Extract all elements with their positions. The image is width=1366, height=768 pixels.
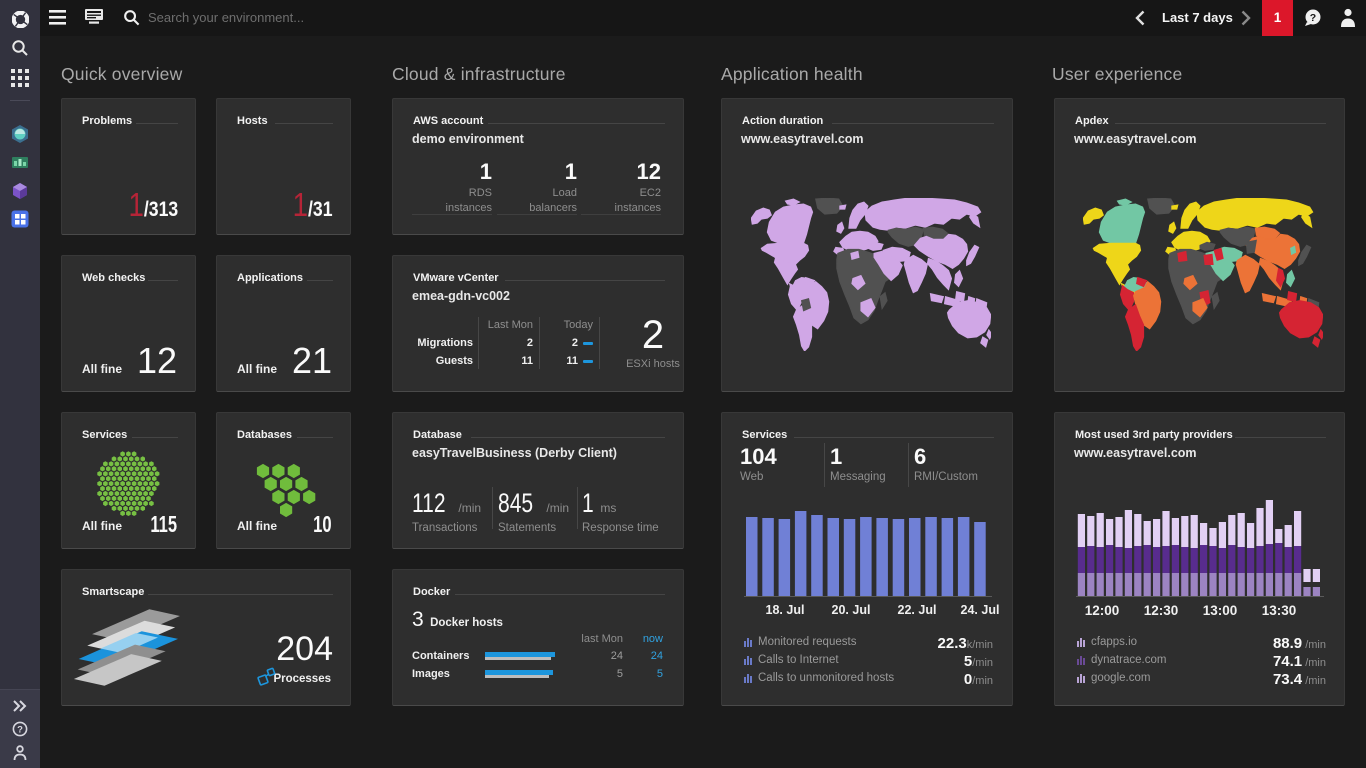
svg-text:?: ? bbox=[17, 724, 23, 735]
svg-text:?: ? bbox=[1310, 12, 1316, 24]
